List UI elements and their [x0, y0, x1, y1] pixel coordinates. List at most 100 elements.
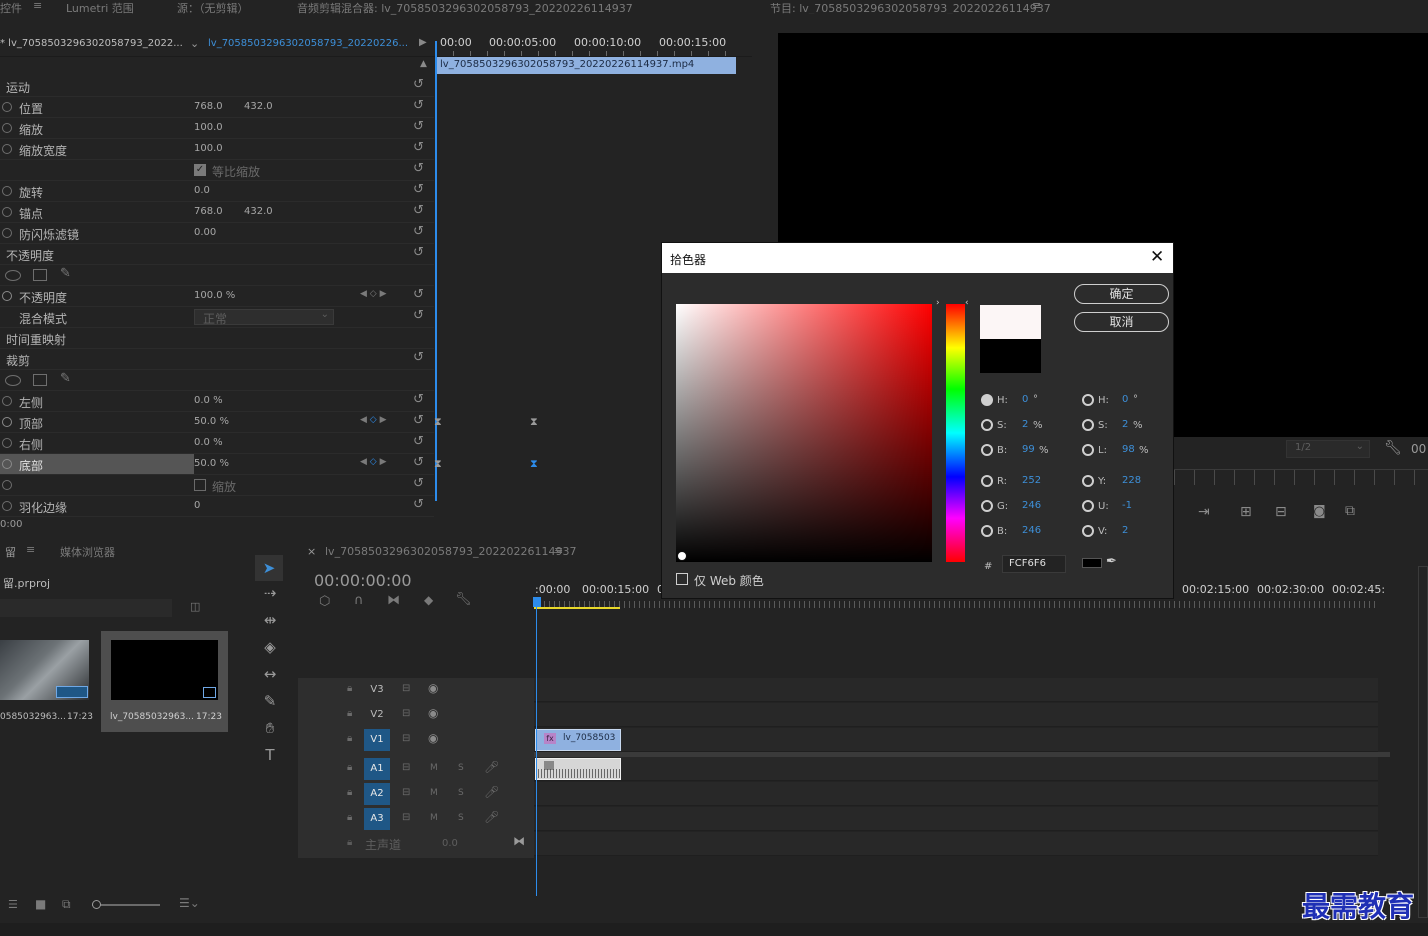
tab-timeline-sequence[interactable]: lv_7058503296302058793_20220226114937 [325, 545, 577, 558]
crop-right-value[interactable]: 0.0 % [194, 437, 223, 448]
close-icon[interactable]: × [307, 545, 316, 558]
microphone-icon[interactable]: 🎤︎ [484, 810, 499, 824]
freeform-view-icon[interactable]: ⧉ [62, 897, 71, 912]
green-value[interactable]: 246 [1022, 500, 1041, 511]
solo-button[interactable]: S [458, 813, 464, 823]
selection-tool[interactable]: ➤ [255, 555, 283, 581]
red-value[interactable]: 252 [1022, 475, 1041, 486]
lock-icon[interactable]: 🔒︎ [347, 787, 352, 798]
sync-lock-icon[interactable]: ⊟ [402, 708, 410, 719]
lift-icon[interactable]: ⊞ [1240, 504, 1252, 520]
lock-icon[interactable]: 🔒︎ [347, 733, 352, 744]
lock-icon[interactable]: 🔒︎ [347, 683, 352, 694]
type-tool[interactable]: T [257, 746, 283, 768]
new-search-bin-icon[interactable]: ◫ [190, 600, 200, 613]
sync-lock-icon[interactable]: ⊟ [402, 683, 410, 694]
video-clip[interactable]: fx lv_7058503 [535, 729, 621, 751]
reset-icon[interactable]: ↺ [413, 98, 424, 113]
audio-clip[interactable] [535, 758, 621, 780]
eye-icon[interactable]: ◉ [428, 706, 438, 720]
reset-icon[interactable]: ↺ [413, 77, 424, 92]
keyframe-marker[interactable]: ⧗ [434, 415, 442, 429]
uniform-scale-checkbox[interactable]: ✓ [194, 164, 206, 176]
web-colors-checkbox[interactable] [676, 573, 688, 585]
crop-bottom-value[interactable]: 50.0 % [194, 458, 229, 469]
track-v1[interactable] [534, 728, 1378, 752]
track-label-v3[interactable]: V3 [364, 679, 390, 701]
chroma-u-value[interactable]: -1 [1122, 500, 1132, 511]
comparison-view-icon[interactable]: ⧉ [1345, 503, 1355, 519]
project-search-input[interactable] [0, 599, 172, 617]
zoom-slider-handle[interactable] [92, 900, 101, 909]
sync-lock-icon[interactable]: ⊟ [402, 787, 410, 798]
work-area-bar[interactable] [534, 607, 620, 609]
opacity-value[interactable]: 100.0 % [194, 290, 235, 301]
lightness-radio[interactable] [1082, 444, 1094, 456]
pen-mask-icon[interactable]: ✎ [60, 371, 71, 386]
stopwatch-icon[interactable] [2, 207, 12, 217]
slip-tool[interactable]: ↔ [257, 665, 283, 687]
reset-icon[interactable]: ↺ [413, 392, 424, 407]
scale-value[interactable]: 100.0 [194, 122, 223, 133]
anchor-x-value[interactable]: 768.0 [194, 206, 223, 217]
tab-source[interactable]: 源：（无剪辑） [177, 0, 249, 16]
camera-icon[interactable]: ◙ [1313, 504, 1326, 519]
microphone-icon[interactable]: 🎤︎ [484, 760, 499, 774]
scroll-up-icon[interactable]: ▲ [420, 59, 427, 69]
pen-mask-icon[interactable]: ✎ [60, 266, 71, 281]
insert-icon[interactable]: ⇥ [1198, 504, 1210, 520]
rotation-value[interactable]: 0.0 [194, 185, 210, 196]
hue-value[interactable]: 0 [1022, 394, 1028, 405]
playhead-line[interactable] [435, 41, 437, 501]
reset-icon[interactable]: ↺ [413, 455, 424, 470]
track-select-tool[interactable]: ⇢ [257, 584, 283, 606]
track-label-v1[interactable]: V1 [364, 729, 390, 751]
crop-left-value[interactable]: 0.0 % [194, 395, 223, 406]
chevron-down-icon[interactable]: ⌄ [190, 37, 199, 50]
tab-project[interactable]: 留 [5, 544, 16, 560]
reset-icon[interactable]: ↺ [413, 350, 424, 365]
lock-icon[interactable]: 🔒︎ [347, 837, 352, 848]
rectangle-mask-icon[interactable] [33, 374, 47, 386]
program-scrub-ruler[interactable] [1174, 469, 1428, 485]
linked-selection-icon[interactable]: ⧓ [387, 593, 400, 608]
stopwatch-icon[interactable] [2, 459, 12, 469]
cancel-button[interactable]: 取消 [1074, 312, 1169, 332]
zoom-checkbox[interactable] [194, 479, 206, 491]
track-a1[interactable] [534, 757, 1378, 781]
stopwatch-icon[interactable] [2, 291, 12, 301]
stopwatch-icon[interactable] [2, 123, 12, 133]
mute-button[interactable]: M [430, 813, 438, 823]
reset-icon[interactable]: ↺ [413, 182, 424, 197]
stopwatch-icon[interactable] [2, 228, 12, 238]
stopwatch-icon[interactable] [2, 438, 12, 448]
go-to-in-out-icon[interactable]: ⧓ [513, 834, 525, 848]
track-v2[interactable] [534, 703, 1378, 727]
track-label-a3[interactable]: A3 [364, 808, 390, 830]
hue-radio[interactable] [981, 394, 993, 406]
lock-icon[interactable]: 🔒︎ [347, 708, 352, 719]
opacity-section[interactable]: 不透明度 ↺ [0, 244, 434, 265]
mute-button[interactable]: M [430, 763, 438, 773]
chroma-v-radio[interactable] [1082, 525, 1094, 537]
pen-tool[interactable]: ✎ [257, 692, 283, 714]
lock-icon[interactable]: 🔒︎ [347, 812, 352, 823]
microphone-icon[interactable]: 🎤︎ [484, 785, 499, 799]
add-marker-icon[interactable]: ◆ [424, 593, 433, 607]
crop-section[interactable]: 裁剪 ↺ [0, 349, 434, 370]
red-radio[interactable] [981, 475, 993, 487]
reset-icon[interactable]: ↺ [413, 119, 424, 134]
saturation-radio[interactable] [981, 419, 993, 431]
stopwatch-icon[interactable] [2, 480, 12, 490]
track-v3[interactable] [534, 678, 1378, 702]
track-master[interactable] [534, 832, 1378, 856]
panel-menu-icon[interactable]: ≡ [554, 544, 563, 557]
reset-icon[interactable]: ↺ [413, 413, 424, 428]
crop-top-value[interactable]: 50.0 % [194, 416, 229, 427]
flicker-value[interactable]: 0.00 [194, 227, 216, 238]
track-label-v2[interactable]: V2 [364, 704, 390, 726]
blue-value[interactable]: 246 [1022, 525, 1041, 536]
project-item-thumb[interactable] [0, 640, 89, 700]
nest-toggle-icon[interactable]: ⬡ [319, 594, 330, 609]
blend-mode-select[interactable]: 正常 ⌄ [194, 309, 334, 326]
